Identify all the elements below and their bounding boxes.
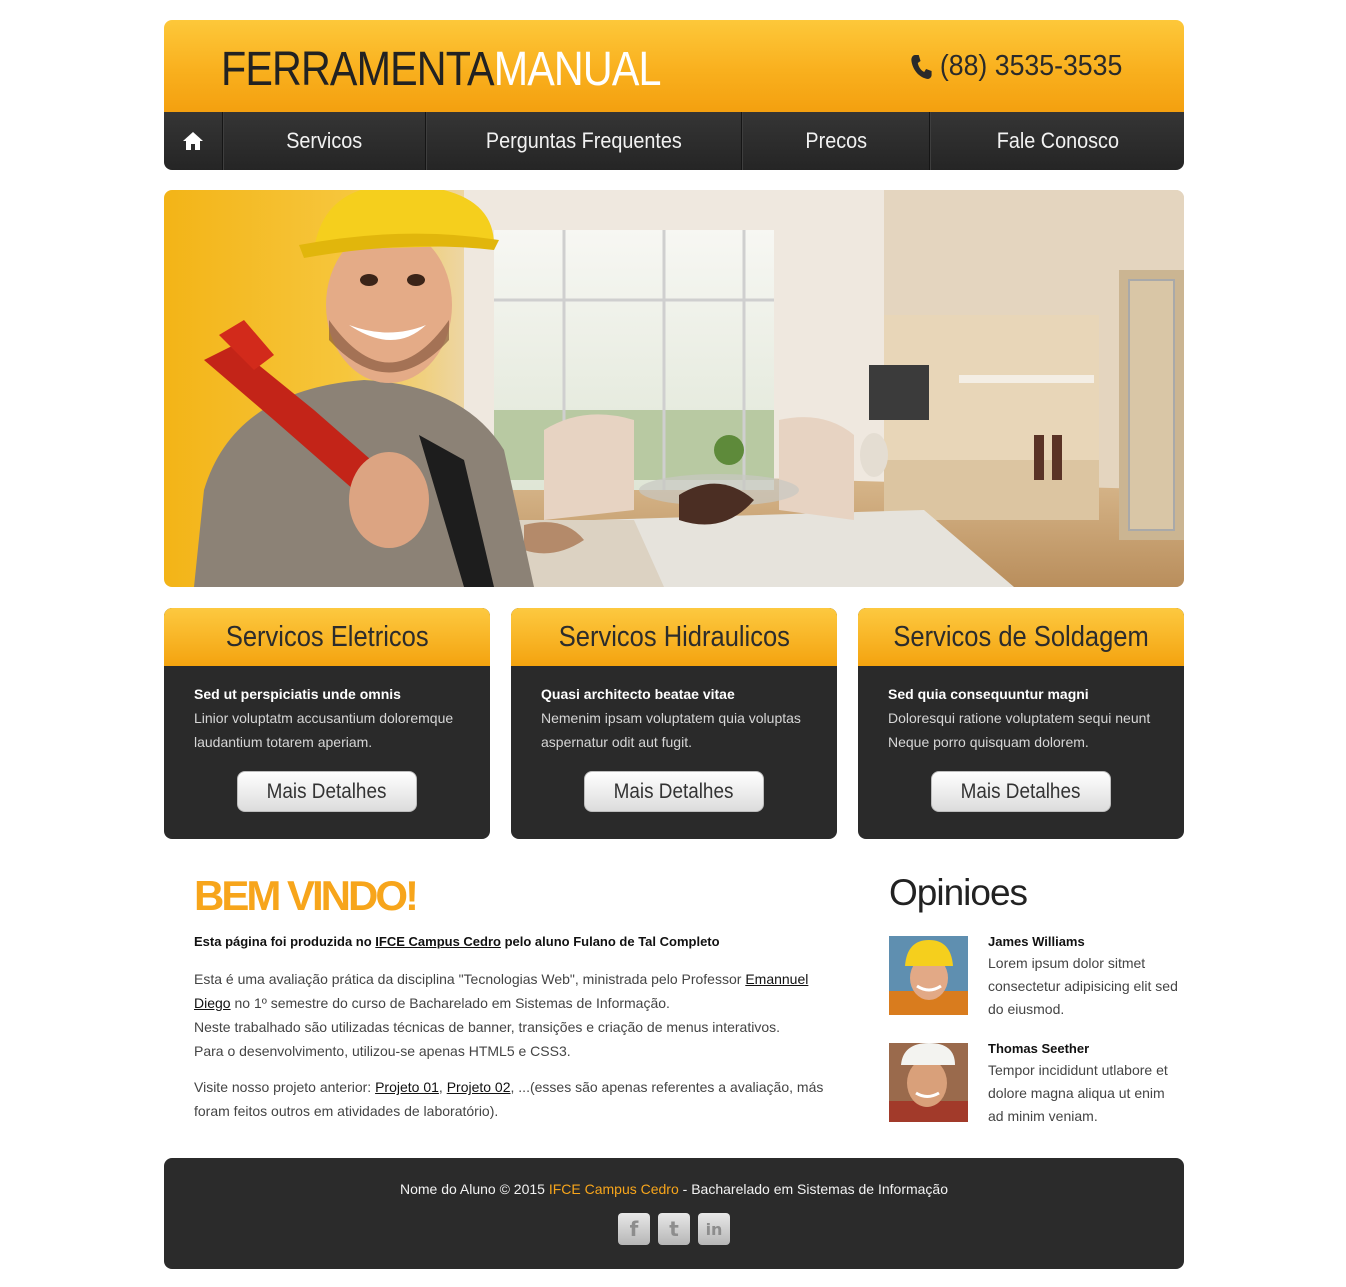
service-title: Servicos Eletricos [225,620,429,653]
footer-course: - Bacharelado em Sistemas de Informação [678,1181,949,1197]
service-card-header: Servicos de Soldagem [858,608,1184,666]
testimonial-name: Thomas Seether [988,1041,1090,1056]
welcome-paragraph: Esta é uma avaliação prática da discipli… [194,967,834,1063]
welcome-paragraph-projects: Visite nosso projeto anterior: Projeto 0… [194,1075,834,1123]
linkedin-icon[interactable]: in [698,1213,730,1245]
service-card-header: Servicos Eletricos [164,608,490,666]
nav-item-label: Servicos [286,128,363,153]
home-icon [183,132,203,150]
service-subtitle: Sed ut perspiciatis unde omnis [194,686,401,702]
services-row: Servicos Eletricos Sed ut perspiciatis u… [164,608,1184,839]
welcome-heading: BEM VINDO! [194,872,419,919]
nav-item-fale-conosco[interactable]: Fale Conosco [930,112,1184,170]
nav-item-label: Perguntas Frequentes [486,128,682,153]
service-text: Nemenim ipsam voluptatem quia voluptas a… [541,710,801,750]
welcome-section: BEM VINDO! Esta página foi produzida no … [194,872,834,1123]
social-links: f t in [164,1213,1184,1245]
opinions-section: Opinioes James Williams Lorem ipsum dolo… [889,872,1184,1150]
mais-detalhes-button[interactable]: Mais Detalhes [584,771,764,812]
nav-item-servicos[interactable]: Servicos [223,112,426,170]
logo-part-2: MANUAL [493,43,662,96]
lead-text: pelo aluno Fulano de Tal Completo [500,934,720,949]
service-subtitle: Quasi architecto beatae vitae [541,686,735,702]
twitter-icon[interactable]: t [658,1213,690,1245]
hero-banner-image [194,190,1184,587]
avatar [889,1043,968,1122]
service-subtitle: Sed quia consequuntur magni [888,686,1089,702]
welcome-lead: Esta página foi produzida no IFCE Campus… [194,934,834,949]
nav-item-precos[interactable]: Precos [742,112,930,170]
paragraph-text: Neste trabalhado são utilizadas técnicas… [194,1019,781,1035]
site-footer: Nome do Aluno © 2015 IFCE Campus Cedro -… [164,1158,1184,1269]
page-container: FERRAMENTAMANUAL (88) 3535-3535 Servicos… [164,20,1184,1269]
projeto-02-link[interactable]: Projeto 02 [447,1079,511,1095]
hero-banner [164,190,1184,587]
testimonial-text: Lorem ipsum dolor sitmet consectetur adi… [988,955,1178,1017]
button-label: Mais Detalhes [961,780,1081,803]
service-text: Linior voluptatm accusantium doloremque … [194,710,454,750]
paragraph-text: Visite nosso projeto anterior: [194,1079,376,1095]
site-logo[interactable]: FERRAMENTAMANUAL [221,42,661,97]
footer-ifce-link[interactable]: IFCE Campus Cedro [549,1181,679,1197]
paragraph-text: Esta é uma avaliação prática da discipli… [194,971,746,987]
service-title: Servicos de Soldagem [893,620,1149,653]
phone-number: (88) 3535-3535 [939,50,1122,82]
logo-part-1: FERRAMENTA [221,43,495,96]
service-title: Servicos Hidraulicos [558,620,790,653]
service-card-hidraulicos: Servicos Hidraulicos Quasi architecto be… [511,608,837,839]
mais-detalhes-button[interactable]: Mais Detalhes [931,771,1111,812]
footer-copyright: Nome do Aluno © 2015 [399,1181,549,1197]
service-card-header: Servicos Hidraulicos [511,608,837,666]
ifce-link[interactable]: IFCE Campus Cedro [375,934,501,949]
site-header: FERRAMENTAMANUAL (88) 3535-3535 [164,20,1184,112]
nav-item-label: Fale Conosco [996,128,1119,153]
testimonial-name: James Williams [988,934,1085,949]
mais-detalhes-button[interactable]: Mais Detalhes [237,771,417,812]
phone-icon [911,54,932,79]
service-card-eletricos: Servicos Eletricos Sed ut perspiciatis u… [164,608,490,839]
testimonial-text: Tempor incididunt utlabore et dolore mag… [988,1062,1168,1124]
facebook-icon[interactable]: f [618,1213,650,1245]
lead-text: Esta página foi produzida no [194,934,376,949]
main-nav: Servicos Perguntas Frequentes Precos Fal… [164,112,1184,170]
button-label: Mais Detalhes [267,780,387,803]
button-label: Mais Detalhes [614,780,734,803]
nav-item-label: Precos [805,128,867,153]
opinions-heading: Opinioes [889,872,1028,913]
separator: , [438,1079,447,1095]
testimonial: James Williams Lorem ipsum dolor sitmet … [889,934,1184,1021]
paragraph-text: Para o desenvolvimento, utilizou-se apen… [194,1043,571,1059]
phone-contact: (88) 3535-3535 [910,50,1122,83]
testimonial: Thomas Seether Tempor incididunt utlabor… [889,1041,1184,1128]
nav-home[interactable] [164,112,223,170]
service-text: Doloresqui ratione voluptatem sequi neun… [888,710,1151,750]
avatar [889,936,968,1015]
nav-item-perguntas-frequentes[interactable]: Perguntas Frequentes [426,112,742,170]
service-card-soldagem: Servicos de Soldagem Sed quia consequunt… [858,608,1184,839]
footer-text: Nome do Aluno © 2015 IFCE Campus Cedro -… [164,1158,1184,1197]
projeto-01-link[interactable]: Projeto 01 [375,1079,439,1095]
paragraph-text: no 1º semestre do curso de Bacharelado e… [230,995,670,1011]
